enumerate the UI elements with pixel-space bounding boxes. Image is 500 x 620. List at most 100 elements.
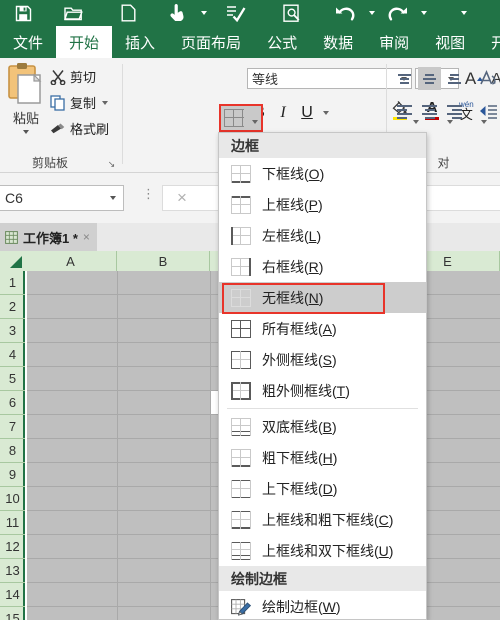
orientation-button[interactable]: [476, 67, 499, 90]
menu-item-border-thick-bottom[interactable]: 粗下框线(H): [219, 442, 426, 473]
menu-item-label: 所有框线(A): [262, 320, 337, 337]
align-bottom-button[interactable]: [443, 67, 466, 90]
menu-item-border-outside[interactable]: 外侧框线(S): [219, 344, 426, 375]
border-top-bottom-icon: [231, 479, 251, 498]
scissors-icon: [50, 69, 66, 85]
tab-review[interactable]: 审阅: [366, 26, 422, 58]
align-center-button[interactable]: [418, 100, 441, 123]
print-preview-icon[interactable]: [262, 0, 324, 26]
underline-caret-icon[interactable]: [319, 100, 331, 126]
row-header-14[interactable]: 14: [0, 583, 25, 607]
italic-button[interactable]: I: [271, 100, 295, 126]
menu-item-border-right[interactable]: 右框线(R): [219, 251, 426, 282]
name-box[interactable]: C6: [0, 185, 124, 211]
row-header-1[interactable]: 1: [0, 271, 25, 295]
column-header-a[interactable]: A: [25, 251, 117, 271]
save-icon[interactable]: [0, 0, 46, 26]
tab-view[interactable]: 视图: [422, 26, 478, 58]
align-left-button[interactable]: [393, 100, 416, 123]
borders-caret-icon[interactable]: [252, 120, 258, 124]
underline-button[interactable]: U: [295, 100, 319, 126]
menu-item-border-bottom[interactable]: 下框线(O): [219, 158, 426, 189]
tab-developer[interactable]: 开: [478, 26, 500, 58]
new-file-icon[interactable]: [100, 0, 156, 26]
border-top-icon: [231, 195, 251, 214]
row-header-7[interactable]: 7: [0, 415, 25, 439]
clipboard-group-label: 剪贴板: [31, 156, 68, 170]
borders-button[interactable]: [219, 104, 263, 132]
name-box-caret-icon[interactable]: [110, 196, 116, 200]
menu-item-label: 下框线(O): [262, 165, 325, 182]
cut-button[interactable]: 剪切: [50, 64, 96, 89]
menu-item-draw-border[interactable]: 绘制边框(W): [219, 591, 426, 619]
tab-home[interactable]: 开始: [56, 26, 113, 58]
menu-separator: [227, 408, 418, 409]
row-header-4[interactable]: 4: [0, 343, 25, 367]
menu-item-border-top-double-bottom[interactable]: 上框线和双下框线(U): [219, 535, 426, 566]
align-right-button[interactable]: [443, 100, 466, 123]
clipboard-dialog-launcher[interactable]: ↘: [106, 159, 117, 170]
close-icon[interactable]: ×: [83, 230, 90, 244]
align-top-button[interactable]: [393, 67, 416, 90]
row-header-11[interactable]: 11: [0, 511, 25, 535]
formula-bar-drag-handle[interactable]: ⋮: [142, 187, 155, 206]
menu-item-border-top-bottom[interactable]: 上下框线(D): [219, 473, 426, 504]
format-painter-button[interactable]: 格式刷: [50, 116, 109, 141]
undo-icon[interactable]: [324, 0, 366, 26]
cancel-icon[interactable]: ×: [177, 188, 187, 208]
copy-button[interactable]: 复制: [50, 90, 109, 115]
row-header-13[interactable]: 13: [0, 559, 25, 583]
menu-item-border-double-bottom[interactable]: 双底框线(B): [219, 411, 426, 442]
border-section-header: 边框: [219, 133, 426, 158]
border-left-icon: [231, 226, 251, 245]
customize-qat-icon[interactable]: [458, 0, 470, 26]
workbook-icon: [5, 230, 18, 244]
row-header-2[interactable]: 2: [0, 295, 25, 319]
decrease-indent-button[interactable]: [476, 100, 499, 123]
menu-item-border-left[interactable]: 左框线(L): [219, 220, 426, 251]
menu-item-border-top-thick-bottom[interactable]: 上框线和粗下框线(C): [219, 504, 426, 535]
touch-mode-caret-icon[interactable]: [198, 0, 210, 26]
border-none-icon: [231, 288, 251, 307]
row-header-15[interactable]: 15: [0, 607, 25, 620]
draw-border-section-header: 绘制边框: [219, 566, 426, 591]
tab-insert[interactable]: 插入: [112, 26, 168, 58]
quick-access-toolbar: [0, 0, 500, 26]
copy-caret-icon[interactable]: [102, 100, 109, 105]
row-header-3[interactable]: 3: [0, 319, 25, 343]
cut-label: 剪切: [70, 70, 97, 85]
tab-page-layout[interactable]: 页面布局: [168, 26, 254, 58]
menu-item-border-none[interactable]: 无框线(N): [219, 282, 426, 313]
menu-item-border-top[interactable]: 上框线(P): [219, 189, 426, 220]
menu-item-border-all[interactable]: 所有框线(A): [219, 313, 426, 344]
ribbon-tab-strip: 文件 开始 插入 页面布局 公式 数据 审阅 视图 开: [0, 26, 500, 58]
column-header-b[interactable]: B: [117, 251, 210, 271]
row-header-6[interactable]: 6: [0, 391, 25, 415]
menu-item-label: 右框线(R): [262, 258, 324, 275]
row-header-5[interactable]: 5: [0, 367, 25, 391]
paste-button[interactable]: 粘贴: [4, 62, 48, 150]
paste-caret-icon[interactable]: [23, 130, 29, 134]
menu-item-border-thick-outside[interactable]: 粗外侧框线(T): [219, 375, 426, 406]
border-top-double-bottom-icon: [231, 541, 251, 560]
row-header-8[interactable]: 8: [0, 439, 25, 463]
tab-file[interactable]: 文件: [0, 26, 56, 58]
row-header-10[interactable]: 10: [0, 487, 25, 511]
copy-label: 复制: [70, 96, 97, 111]
workbook-tab-title: 工作簿1 *: [23, 230, 78, 246]
select-all-corner[interactable]: [0, 251, 25, 271]
tab-data[interactable]: 数据: [310, 26, 366, 58]
redo-caret-icon[interactable]: [418, 0, 430, 26]
tab-formulas[interactable]: 公式: [254, 26, 310, 58]
redo-icon[interactable]: [378, 0, 418, 26]
row-header-12[interactable]: 12: [0, 535, 25, 559]
open-folder-icon[interactable]: [46, 0, 100, 26]
row-header-9[interactable]: 9: [0, 463, 25, 487]
undo-caret-icon[interactable]: [366, 0, 378, 26]
border-thick-outside-icon: [231, 381, 251, 400]
spell-check-icon[interactable]: [210, 0, 262, 26]
menu-item-label: 上下框线(D): [262, 480, 338, 497]
align-middle-button[interactable]: [418, 67, 441, 90]
workbook-tab[interactable]: 工作簿1 * ×: [0, 223, 97, 251]
touch-mode-icon[interactable]: [156, 0, 198, 26]
